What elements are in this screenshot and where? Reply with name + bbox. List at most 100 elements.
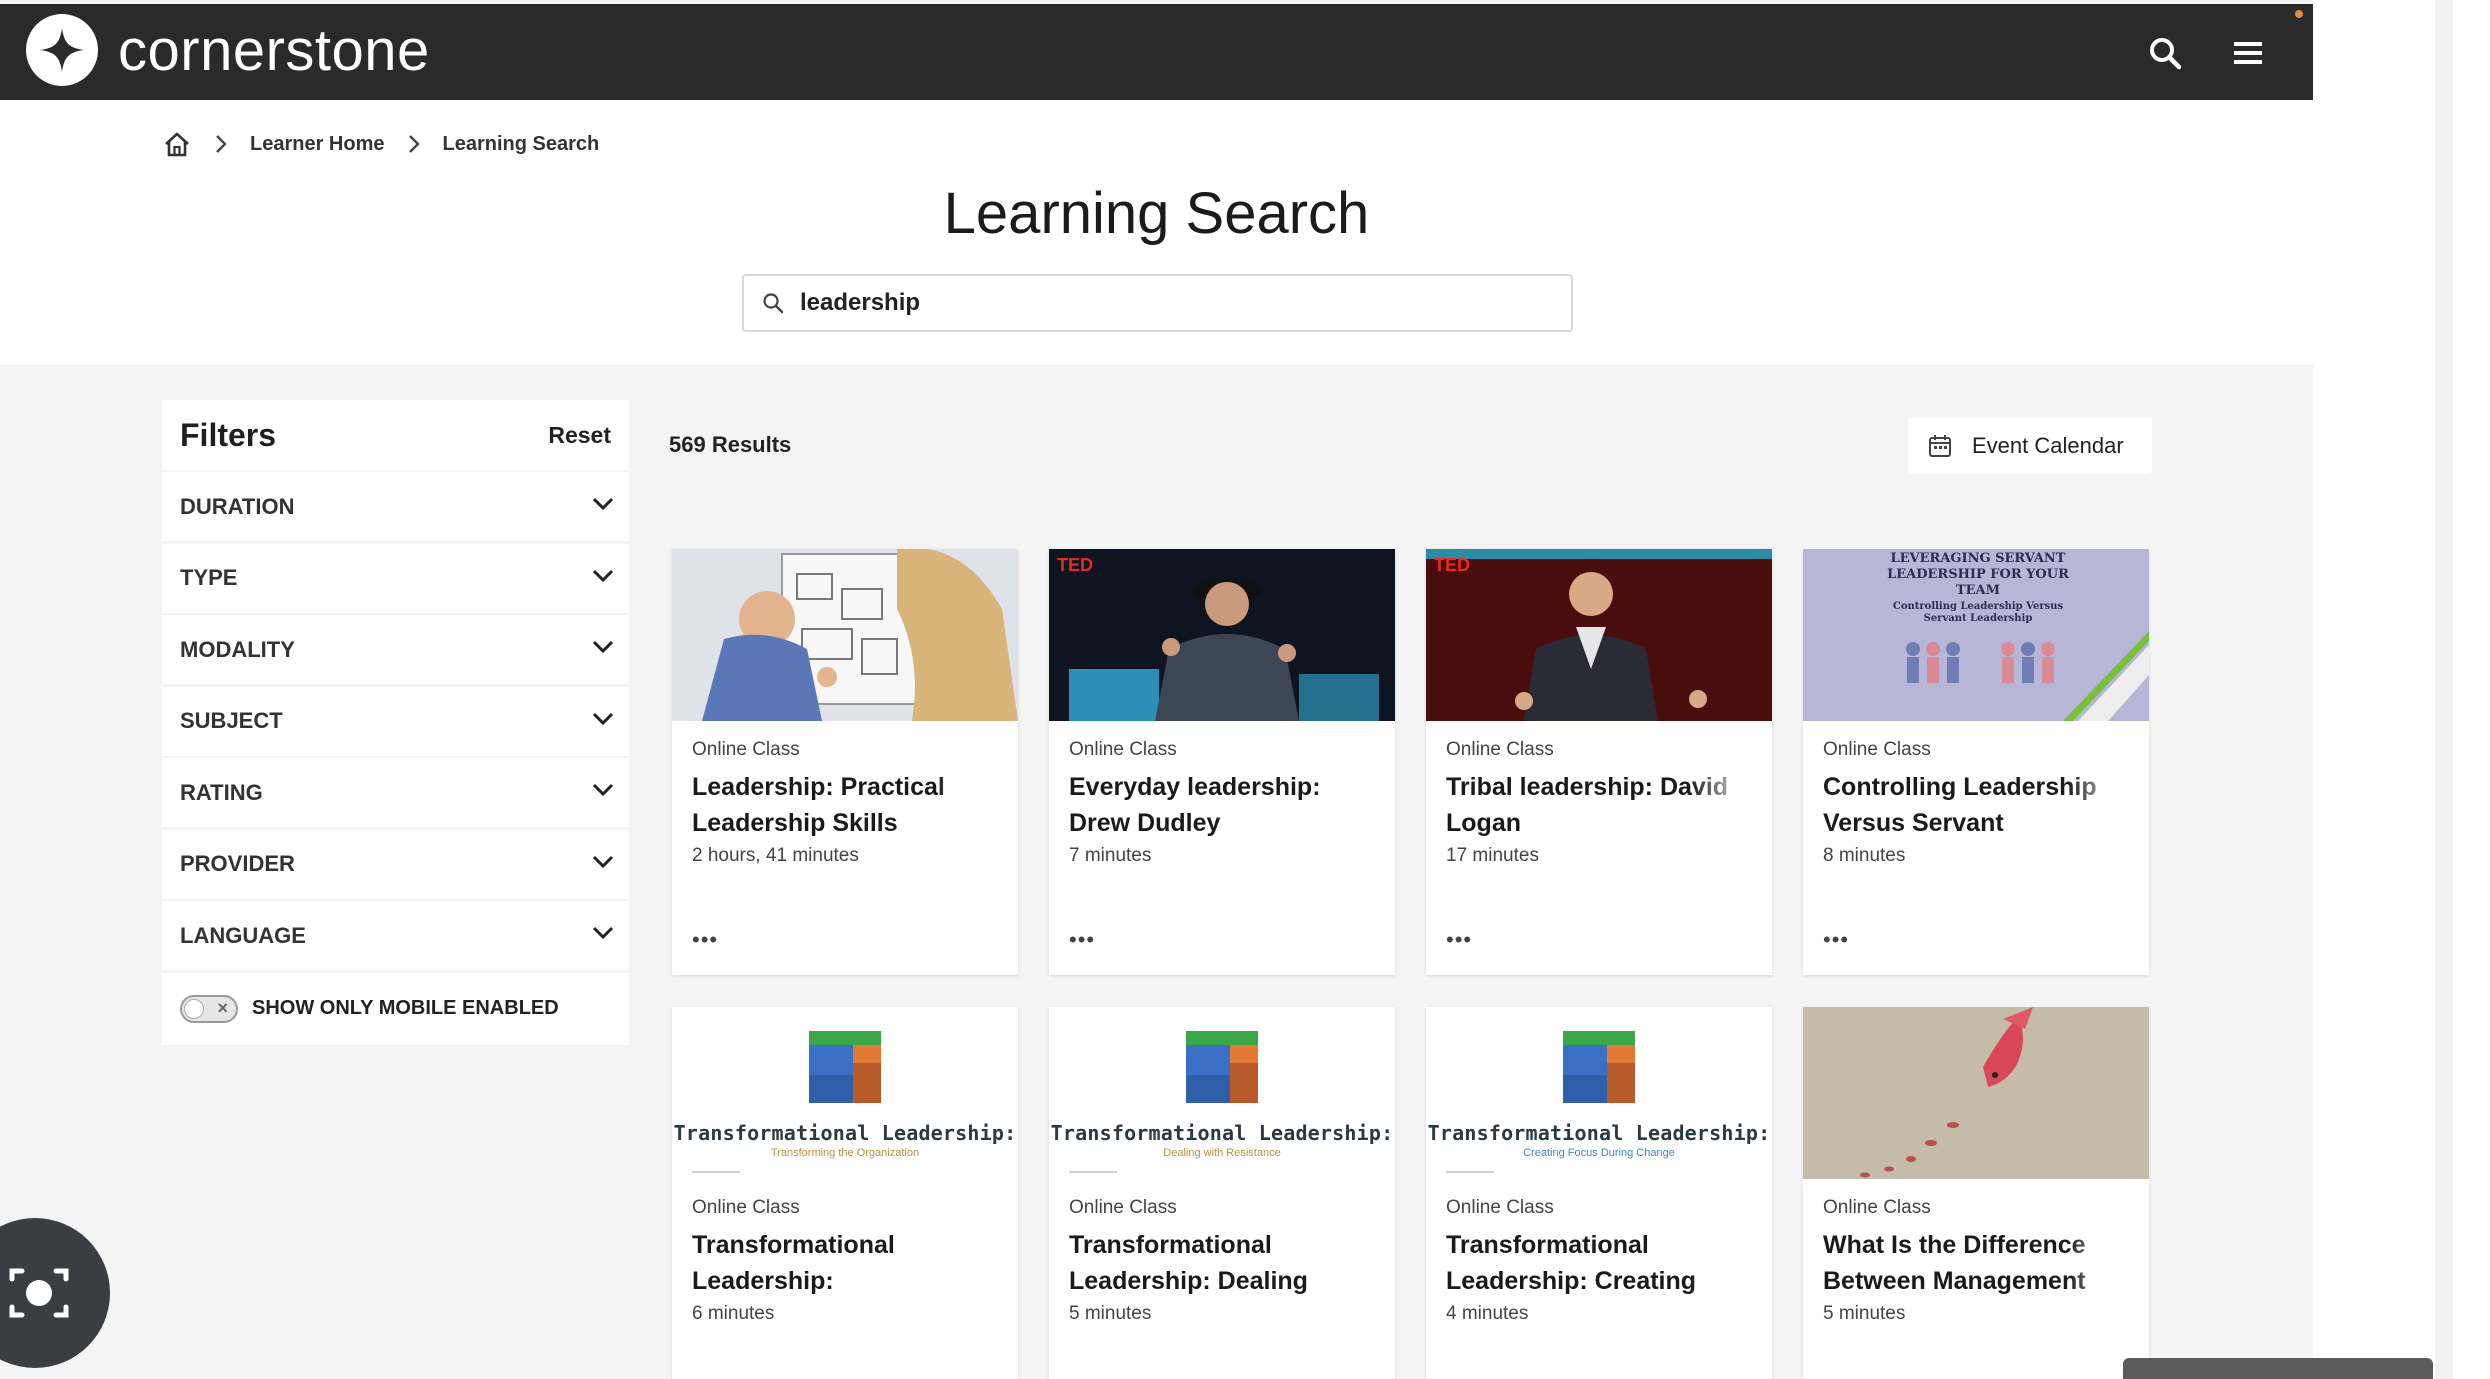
window-gutter [2123, 0, 2490, 1379]
mobile-enabled-toggle[interactable]: × [180, 994, 238, 1023]
course-thumbnail: Transformational Leadership: Dealing wit… [1049, 1007, 1395, 1179]
course-duration: 5 minutes [1069, 1303, 1152, 1324]
course-thumbnail [672, 549, 1018, 721]
search-header: Learner Home Learning Search Learning Se… [0, 100, 2313, 365]
course-card[interactable]: Online Class Leadership: Practical Leade… [672, 549, 1018, 975]
filter-modality[interactable]: MODALITY [162, 615, 629, 684]
search-icon [762, 292, 784, 314]
more-options-icon[interactable]: ••• [1446, 927, 1472, 953]
more-options-icon[interactable]: ••• [1823, 927, 1849, 953]
course-card[interactable]: Online Class What Is the Difference Betw… [1803, 1007, 2149, 1379]
course-title-line: Leadership: Creating [1446, 1267, 1697, 1295]
more-options-icon[interactable]: ••• [692, 927, 718, 953]
course-title-line: Drew Dudley [1069, 809, 1221, 837]
filter-label: PROVIDER [180, 851, 295, 876]
filters-reset-button[interactable]: Reset [548, 422, 611, 449]
filter-label: SUBJECT [180, 708, 283, 733]
course-card[interactable]: TED Online Class Tribal leadership: Davi… [1426, 549, 1772, 975]
course-title-line: Everyday leadership: [1069, 773, 1321, 801]
course-title[interactable]: Leadership: Practical Leadership Skills [692, 769, 998, 841]
course-title[interactable]: Controlling Leadership Versus Servant [1823, 769, 2129, 841]
course-title-line: Leadership: Practical [692, 773, 945, 801]
course-title[interactable]: Everyday leadership: Drew Dudley [1069, 769, 1375, 841]
chevron-down-icon [591, 711, 615, 732]
chevron-down-icon [591, 925, 615, 946]
search-icon[interactable] [2142, 30, 2188, 76]
filter-label: DURATION [180, 493, 295, 519]
home-icon[interactable] [162, 130, 192, 158]
course-title-line: Transformational [692, 1231, 895, 1259]
course-duration: 5 minutes [1823, 1303, 1906, 1324]
more-options-icon[interactable]: ••• [1069, 927, 1095, 953]
course-duration: 2 hours, 41 minutes [692, 845, 859, 866]
course-title[interactable]: Tribal leadership: David Logan [1446, 769, 1752, 841]
filter-subject[interactable]: SUBJECT [162, 686, 629, 756]
course-thumbnail: LEVERAGING SERVANT LEADERSHIP FOR YOUR T… [1803, 549, 2149, 721]
course-title-line: Leadership: Dealing [1069, 1267, 1308, 1295]
cornerstone-star-logo-icon [26, 14, 98, 86]
course-thumbnail: TED [1049, 549, 1395, 721]
filters-title: Filters [180, 416, 277, 453]
course-title-line: Controlling Leadership [1823, 773, 2097, 801]
brand-name: cornerstone [118, 17, 430, 83]
filter-duration[interactable]: DURATION [162, 472, 629, 541]
course-title-line: Transformational [1446, 1231, 1649, 1259]
course-card[interactable]: Transformational Leadership: Transformin… [672, 1007, 1018, 1379]
course-title[interactable]: What Is the Difference Between Managemen… [1823, 1227, 2129, 1299]
course-title[interactable]: Transformational Leadership: [692, 1227, 998, 1299]
top-navigation-bar: cornerstone [0, 4, 2313, 100]
course-card[interactable]: Transformational Leadership: Dealing wit… [1049, 1007, 1395, 1379]
course-title-line: Tribal leadership: David [1446, 773, 1729, 801]
filter-provider[interactable]: PROVIDER [162, 829, 629, 899]
filter-rating[interactable]: RATING [162, 758, 629, 827]
course-title[interactable]: Transformational Leadership: Creating [1446, 1227, 1752, 1299]
event-calendar-label: Event Calendar [1972, 433, 2124, 458]
course-type: Online Class [1446, 739, 1554, 760]
search-input[interactable] [800, 289, 1540, 317]
divider [1446, 1171, 1494, 1173]
course-duration: 17 minutes [1446, 845, 1539, 866]
breadcrumb-learning-search: Learning Search [442, 132, 600, 155]
toggle-knob [184, 998, 204, 1019]
bottom-tab [2123, 1358, 2433, 1379]
breadcrumb: Learner Home Learning Search [162, 130, 599, 158]
course-title-line: Leadership: [692, 1267, 834, 1295]
thumbnail-subtitle: Dealing with Resistance [1163, 1147, 1281, 1159]
course-title-line: Between Management [1823, 1267, 2086, 1295]
thumbnail-subtitle: Creating Focus During Change [1523, 1147, 1675, 1159]
chevron-right-icon [407, 133, 421, 155]
camera-lens-icon [4, 1263, 74, 1323]
hamburger-menu-icon[interactable] [2225, 30, 2271, 76]
course-title-line: Logan [1446, 809, 1521, 837]
course-type: Online Class [692, 1197, 800, 1218]
page: cornerstone Learner Home Learning Search… [0, 0, 2313, 1379]
course-card[interactable]: TED Online Class Everyday leadership: Dr… [1049, 549, 1395, 975]
notification-dot [2295, 10, 2303, 18]
mobile-enabled-filter: × SHOW ONLY MOBILE ENABLED [162, 972, 629, 1045]
transformational-logo-icon [1186, 1031, 1258, 1103]
camera-fab[interactable] [0, 1218, 110, 1368]
course-duration: 7 minutes [1069, 845, 1152, 866]
course-title[interactable]: Transformational Leadership: Dealing [1069, 1227, 1375, 1299]
event-calendar-button[interactable]: Event Calendar [1908, 418, 2152, 474]
brand[interactable]: cornerstone [26, 14, 430, 86]
course-type: Online Class [1069, 1197, 1177, 1218]
course-thumbnail: Transformational Leadership: Transformin… [672, 1007, 1018, 1179]
chevron-down-icon [591, 782, 615, 803]
filter-type[interactable]: TYPE [162, 543, 629, 613]
chevron-down-icon [591, 568, 615, 589]
course-thumbnail: Transformational Leadership: Creating Fo… [1426, 1007, 1772, 1179]
scrollbar-track[interactable] [2435, 0, 2453, 1379]
filter-language[interactable]: LANGUAGE [162, 901, 629, 970]
course-type: Online Class [1823, 739, 1931, 760]
divider [1069, 1171, 1117, 1173]
thumbnail-caption: Transformational Leadership: [1050, 1121, 1394, 1145]
breadcrumb-learner-home[interactable]: Learner Home [250, 133, 385, 156]
course-duration: 8 minutes [1823, 845, 1906, 866]
search-field[interactable] [742, 274, 1573, 332]
ted-badge: TED [1057, 555, 1093, 575]
transformational-logo-icon [809, 1031, 881, 1103]
course-card[interactable]: Transformational Leadership: Creating Fo… [1426, 1007, 1772, 1379]
course-card[interactable]: LEVERAGING SERVANT LEADERSHIP FOR YOUR T… [1803, 549, 2149, 975]
course-type: Online Class [692, 739, 800, 760]
